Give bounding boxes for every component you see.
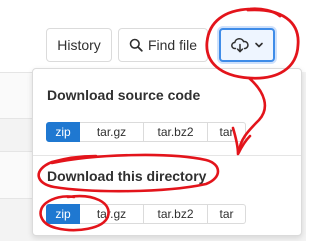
chevron-down-icon xyxy=(254,41,264,49)
source-code-format-group: zip tar.gz tar.bz2 tar xyxy=(46,122,246,142)
row-divider xyxy=(0,118,36,119)
source-zip-button[interactable]: zip xyxy=(46,122,80,142)
row-divider xyxy=(0,151,36,152)
source-tar-button[interactable]: tar xyxy=(208,122,246,142)
directory-format-group: zip tar.gz tar.bz2 tar xyxy=(46,204,246,224)
search-icon xyxy=(129,38,143,52)
find-file-button-label: Find file xyxy=(147,37,198,53)
screenshot: History Find file Download source code z… xyxy=(0,0,306,241)
directory-zip-button[interactable]: zip xyxy=(46,204,80,224)
file-row-background xyxy=(0,73,36,118)
download-dropdown-button[interactable] xyxy=(219,28,275,62)
directory-tar-bz2-button[interactable]: tar.bz2 xyxy=(144,204,208,224)
row-divider xyxy=(0,198,36,199)
download-directory-title: Download this directory xyxy=(47,168,207,184)
history-button[interactable]: History xyxy=(46,28,112,62)
cloud-download-icon xyxy=(230,37,249,53)
source-tar-gz-button[interactable]: tar.gz xyxy=(80,122,144,142)
dropdown-divider xyxy=(33,155,301,156)
directory-tar-button[interactable]: tar xyxy=(208,204,246,224)
find-file-button[interactable]: Find file xyxy=(118,28,208,62)
history-button-label: History xyxy=(57,37,101,53)
row-divider xyxy=(0,72,36,73)
directory-tar-gz-button[interactable]: tar.gz xyxy=(80,204,144,224)
download-dropdown-menu: Download source code zip tar.gz tar.bz2 … xyxy=(32,68,302,236)
file-row-background xyxy=(0,152,36,198)
download-source-code-title: Download source code xyxy=(47,87,201,103)
source-tar-bz2-button[interactable]: tar.bz2 xyxy=(144,122,208,142)
